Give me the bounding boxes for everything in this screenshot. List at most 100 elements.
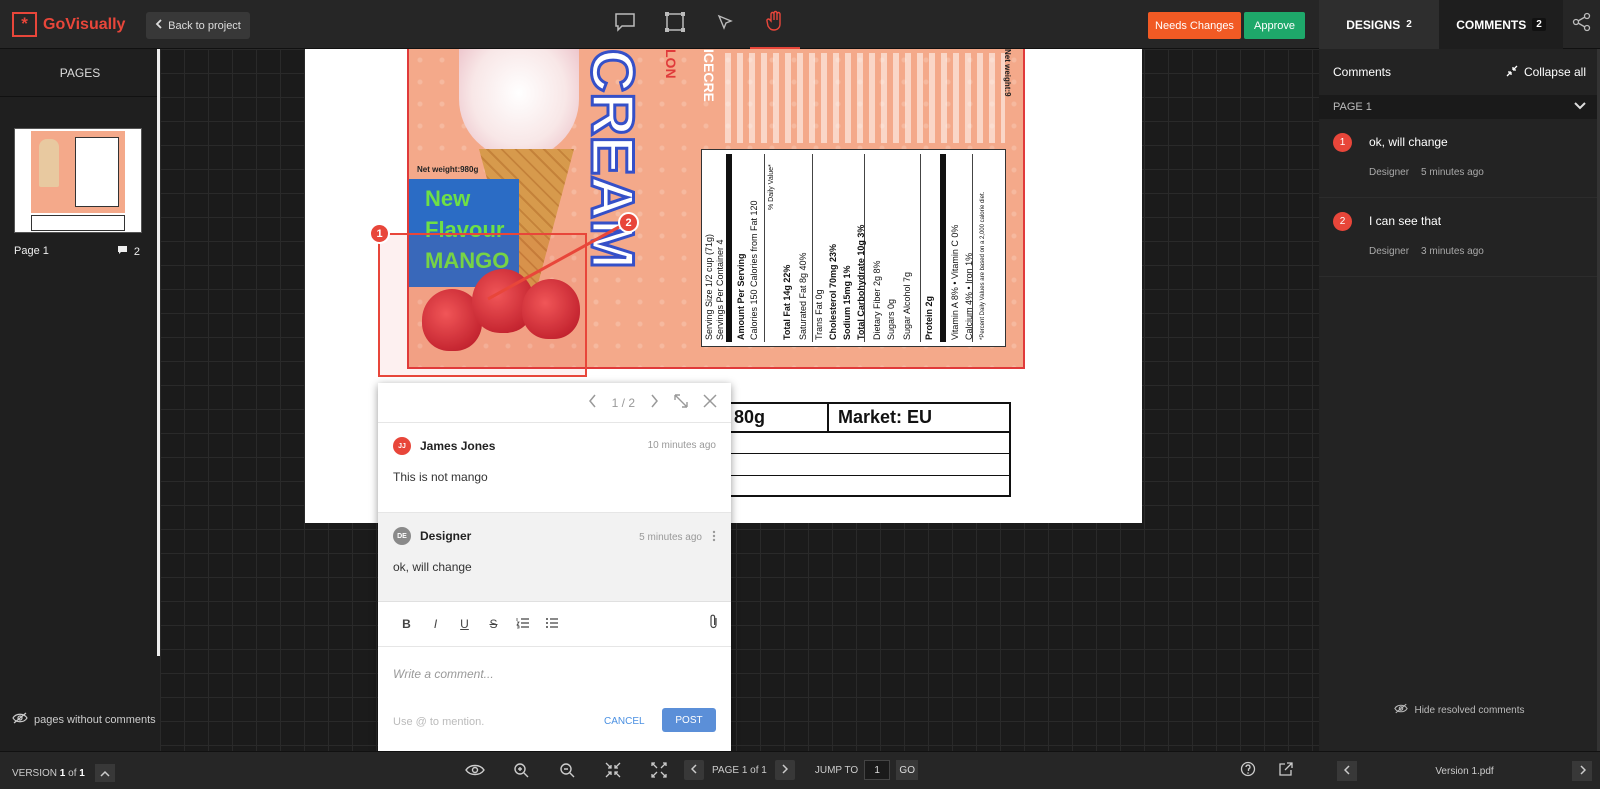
tab-comments[interactable]: COMMENTS 2 [1439,0,1563,49]
next-comment-button[interactable] [649,394,659,411]
comment-list-item[interactable]: 2 I can see that Designer 3 minutes ago [1319,198,1600,277]
logo-mark-icon: * [12,12,37,37]
file-name: Version 1.pdf [1435,765,1494,777]
post-button[interactable]: POST [662,708,716,732]
paperclip-icon [709,614,719,634]
comment-text: This is not mango [393,470,488,484]
fullscreen-button[interactable] [636,761,682,781]
popup-footer: Use @ to mention. CANCEL POST [378,702,731,742]
annotation-marker-2[interactable]: 2 [618,212,639,233]
tab-designs[interactable]: DESIGNS 2 [1319,0,1439,49]
top-bar: * GoVisually Back to project Needs Chang… [0,0,1600,49]
cancel-button[interactable]: CANCEL [604,716,645,727]
comment-text: ok, will change [393,560,472,574]
zoom-out-icon [559,762,575,781]
design-canvas[interactable]: Net weight:980g New Flavour MANGO CREAM … [160,49,1319,751]
rectangle-tool-button[interactable] [650,0,700,49]
nutrition-line: Total Carbohydrate 10g 3% [856,224,866,340]
comment-list-item[interactable]: 1 ok, will change Designer 5 minutes ago [1319,119,1600,198]
comment-tool-button[interactable] [600,0,650,49]
external-link-icon [1278,762,1294,780]
version-selector[interactable]: VERSION 1 of 1 [12,764,115,782]
prev-comment-button[interactable] [588,394,598,411]
close-icon[interactable] [703,394,717,411]
share-button[interactable] [1563,0,1600,49]
collapse-icon [1506,65,1518,80]
side-text-pink: ICECRE [701,49,717,102]
comment-summary: ok, will change [1369,135,1448,149]
lorem-text-columns [725,53,1005,143]
comment-bubble-icon [117,245,128,258]
chevron-up-icon[interactable] [94,764,115,782]
strikethrough-button[interactable]: S [479,612,508,636]
help-button[interactable] [1240,761,1256,780]
net-weight-text: Net weight:980g [417,165,479,174]
attachment-button[interactable] [709,614,719,635]
logo[interactable]: * GoVisually [12,12,125,37]
collapse-all-label: Collapse all [1523,65,1586,79]
comment-number-badge: 2 [1333,212,1352,231]
comment-input[interactable]: Write a comment... [378,647,731,702]
side-text-red: LON [663,49,679,79]
prev-file-button[interactable] [1337,761,1357,781]
nutrition-line: Servings Per Container 4 [715,239,725,340]
collapse-all-button[interactable]: Collapse all [1506,65,1586,80]
help-icon [1240,761,1256,780]
annotation-connector [388,220,629,301]
comment-time-value: 5 minutes ago [639,532,702,543]
go-button[interactable]: GO [896,760,919,780]
hide-resolved-button[interactable]: Hide resolved comments [1319,703,1600,717]
page-row[interactable]: Page 1 2 [14,245,142,258]
approve-button[interactable]: Approve [1244,12,1305,39]
ordered-list-button[interactable] [508,612,537,636]
pages-without-comments-toggle[interactable]: pages without comments [12,712,156,727]
share-icon [1572,12,1592,37]
eye-icon [465,763,485,780]
page-group-header[interactable]: PAGE 1 [1319,95,1600,119]
preview-button[interactable] [452,763,498,780]
app-root: * GoVisually Back to project Needs Chang… [0,0,1600,789]
comment-message: DE Designer 5 minutes ago ok, will chang… [378,513,731,602]
comment-tool-icon [614,12,636,37]
bullet-list-button[interactable] [537,612,566,636]
page-thumbnail[interactable] [14,128,142,233]
comment-meta: Designer 5 minutes ago [1369,167,1484,178]
fit-button[interactable] [590,762,636,781]
next-page-button[interactable] [774,760,795,780]
version-current: 1 [59,767,66,779]
bold-button[interactable]: B [392,612,421,636]
hand-tool-button[interactable] [750,0,800,49]
nutrition-line: Saturated Fat 8g 40% [798,252,808,340]
comment-meta: Designer 3 minutes ago [1369,246,1484,257]
jump-to-label: JUMP TO [814,764,859,776]
pen-tool-button[interactable] [700,0,750,49]
tab-designs-label: DESIGNS [1346,17,1401,32]
zoom-out-button[interactable] [544,762,590,781]
author-name: Designer [420,529,472,543]
market-table: 80g Market: EU [710,402,1011,497]
annotation-marker-1[interactable]: 1 [369,223,390,244]
page-pager: PAGE 1 of 1 JUMP TO 1 GO [684,760,919,780]
underline-button[interactable]: U [450,612,479,636]
hide-resolved-label: Hide resolved comments [1414,704,1525,716]
jump-to-input[interactable]: 1 [864,760,891,780]
page-group-label: PAGE 1 [1333,101,1372,113]
expand-icon[interactable] [673,393,689,412]
nutrition-line: Trans Fat 0g [814,289,824,340]
prev-page-button[interactable] [684,760,704,780]
comment-message: JJ James Jones 10 minutes ago This is no… [378,423,731,513]
zoom-in-button[interactable] [498,762,544,781]
flavour-line-1: New [425,186,471,211]
nutrition-line: Vitamin A 8% • Vitamin C 0% [950,224,960,340]
needs-changes-button[interactable]: Needs Changes [1148,12,1241,39]
table-divider [827,404,829,431]
next-file-button[interactable] [1572,761,1592,781]
back-to-project-button[interactable]: Back to project [146,12,250,39]
more-options-icon[interactable] [712,530,716,545]
open-external-button[interactable] [1278,761,1294,780]
jump-to: JUMP TO 1 GO [814,760,919,780]
fullscreen-icon [651,761,667,781]
nutrition-rule [812,154,813,342]
italic-button[interactable]: I [421,612,450,636]
nutrition-line: Sugar Alcohol 7g [902,271,912,340]
